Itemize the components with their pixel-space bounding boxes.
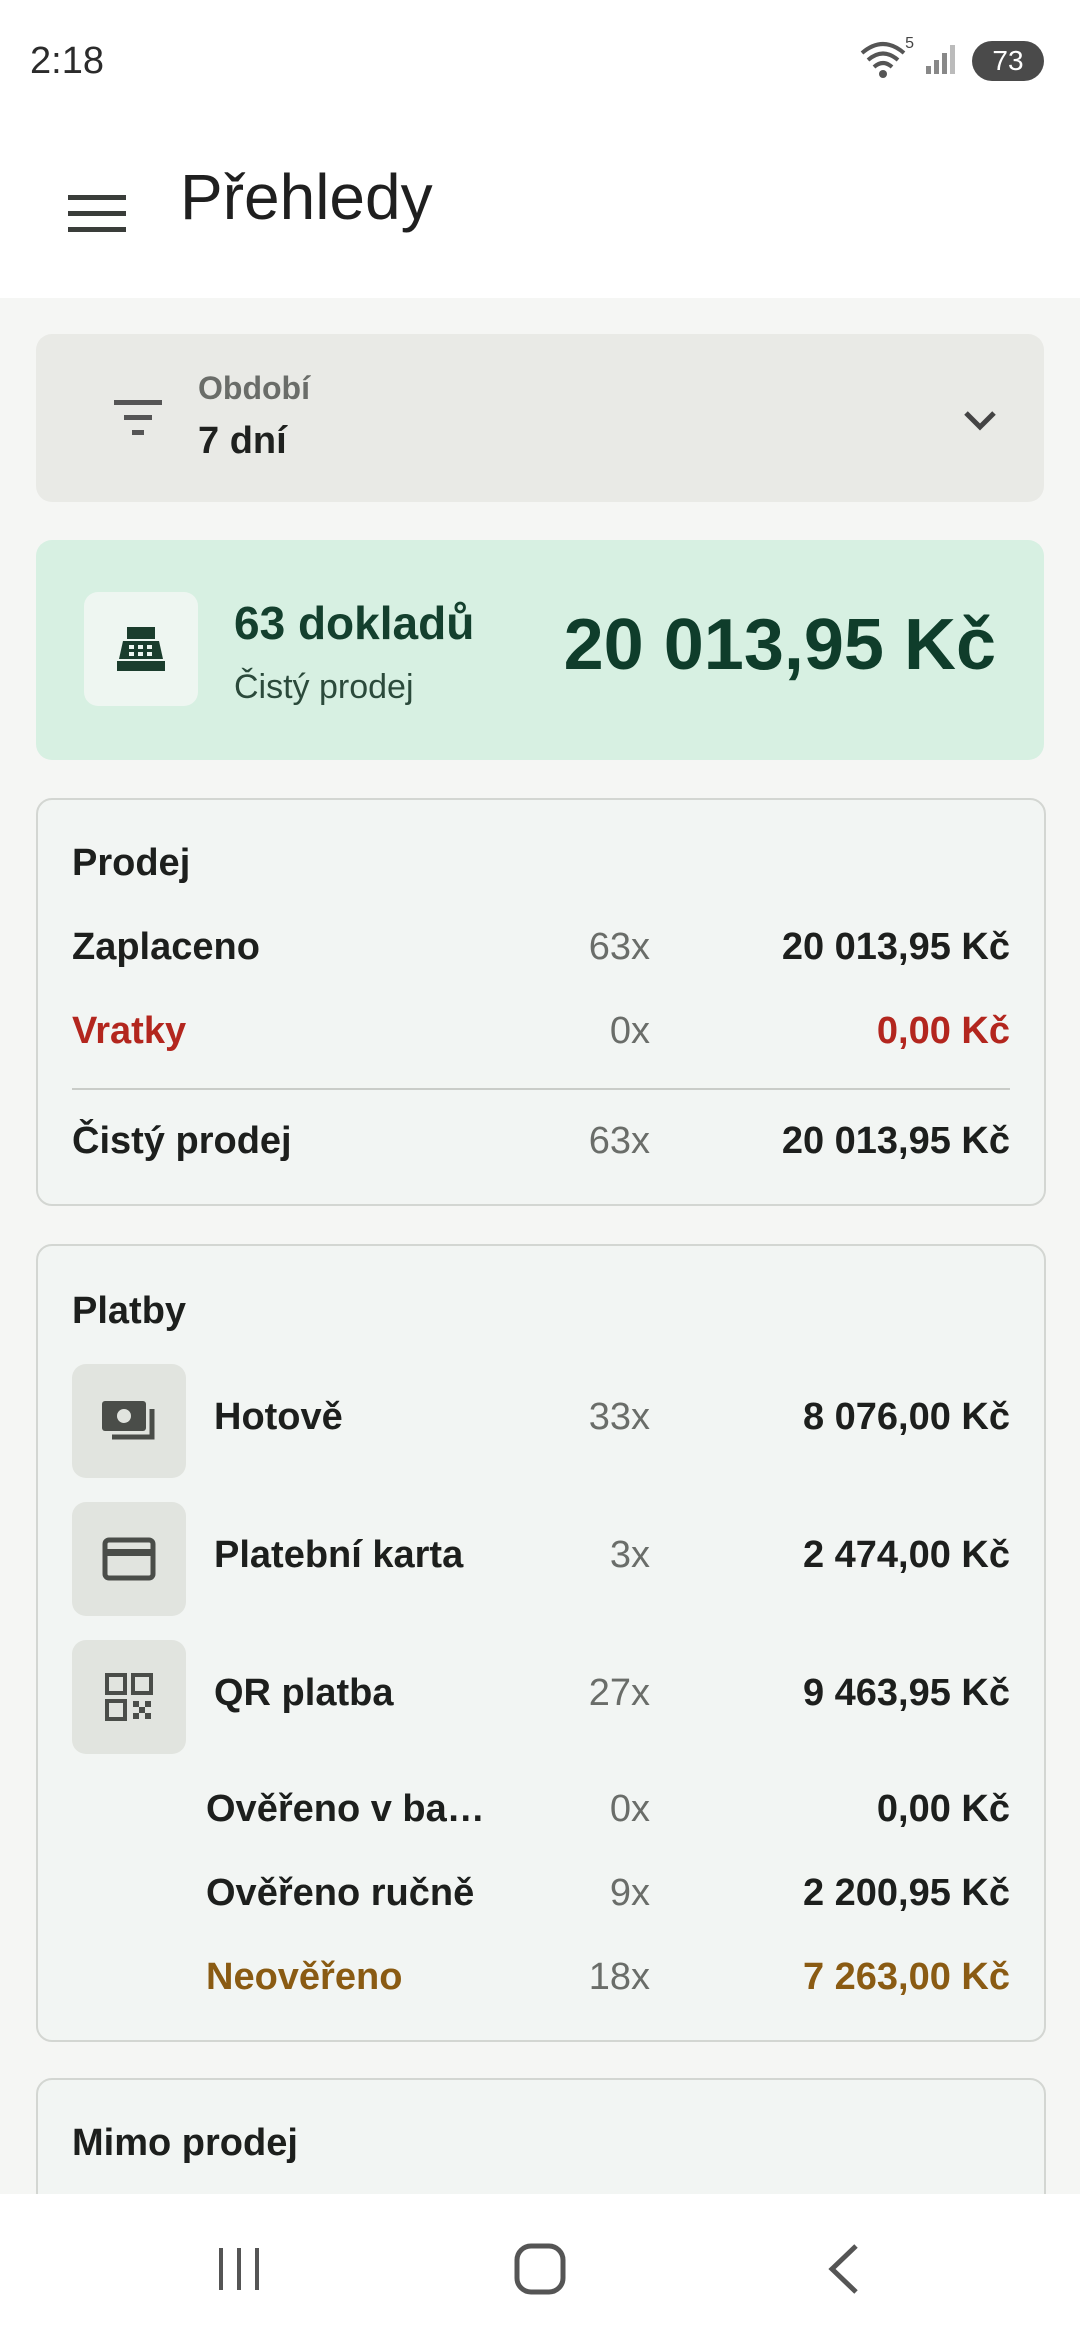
period-selector[interactable]: Období 7 dní: [36, 334, 1044, 502]
sub-row-qty: 9x: [609, 1872, 650, 1914]
row-qty: 0x: [609, 1010, 650, 1052]
battery-icon: 73: [972, 41, 1044, 81]
sub-row-name: Ověřeno v ba…: [206, 1788, 485, 1830]
back-button[interactable]: [784, 2224, 904, 2314]
qr-sub-row-unverified: Neověřeno 18x 7 263,00 Kč: [206, 1956, 1010, 2016]
row-amount: 20 013,95 Kč: [781, 926, 1010, 968]
credit-card-icon: [102, 1537, 156, 1581]
status-bar: 2:18 5 73: [0, 0, 1080, 120]
navigation-bar: [0, 2194, 1080, 2340]
qr-sub-row-bank: Ověřeno v ba… 0x 0,00 Kč: [206, 1788, 1010, 1848]
cash-tile: [72, 1364, 186, 1478]
period-value: 7 dní: [198, 420, 287, 462]
table-row: Vratky 0x 0,00 Kč: [72, 1010, 1010, 1070]
row-qty: 63x: [588, 926, 650, 968]
card-tile: [72, 1502, 186, 1616]
signal-icon: [924, 42, 958, 81]
menu-button[interactable]: [54, 170, 140, 256]
payment-name: QR platba: [214, 1672, 394, 1714]
cash-register-icon: [117, 627, 165, 671]
payment-name: Platební karta: [214, 1534, 464, 1576]
status-icons: 5 73: [860, 35, 1044, 84]
row-amount: 20 013,95 Kč: [781, 1120, 1010, 1162]
summary-card: 63 dokladů Čistý prodej 20 013,95 Kč: [36, 540, 1044, 760]
period-label: Období: [198, 370, 310, 406]
table-row: Čistý prodej 63x 20 013,95 Kč: [72, 1120, 1010, 1180]
cash-icon: [102, 1401, 155, 1440]
sub-row-name: Neověřeno: [206, 1956, 403, 1998]
recent-apps-button[interactable]: [180, 2224, 300, 2314]
filter-icon: [114, 400, 162, 435]
divider: [72, 1088, 1010, 1090]
content-area[interactable]: Období 7 dní 63 dokladů Čistý prodej 20 …: [0, 298, 1080, 2194]
payment-name: Hotově: [214, 1396, 343, 1438]
payment-qty: 3x: [609, 1534, 650, 1576]
sub-row-qty: 18x: [588, 1956, 650, 1998]
sub-row-qty: 0x: [609, 1788, 650, 1830]
chevron-down-icon: [964, 411, 996, 431]
hamburger-icon: [68, 195, 126, 232]
sales-title: Prodej: [72, 842, 191, 884]
sales-card: Prodej Zaplaceno 63x 20 013,95 Kč Vratky…: [36, 798, 1046, 1206]
payment-amount: 8 076,00 Kč: [802, 1396, 1010, 1438]
row-name: Vratky: [72, 1010, 187, 1052]
payment-amount: 2 474,00 Kč: [802, 1534, 1010, 1576]
other-title: Mimo prodej: [72, 2122, 298, 2164]
document-count: 63 dokladů: [234, 597, 475, 649]
cash-register-tile: [84, 592, 198, 706]
qr-sub-row-manual: Ověřeno ručně 9x 2 200,95 Kč: [206, 1872, 1010, 1932]
status-time: 2:18: [30, 40, 104, 82]
payment-qty: 33x: [588, 1396, 650, 1438]
payment-amount: 9 463,95 Kč: [802, 1672, 1010, 1714]
sub-row-amount: 0,00 Kč: [876, 1788, 1010, 1830]
qr-tile: [72, 1640, 186, 1754]
row-name: Čistý prodej: [72, 1120, 292, 1162]
payment-row-cash: Hotově 33x 8 076,00 Kč: [72, 1364, 1010, 1478]
payment-row-qr: QR platba 27x 9 463,95 Kč: [72, 1640, 1010, 1754]
recent-apps-icon: [219, 2248, 259, 2290]
payments-title: Platby: [72, 1290, 187, 1332]
table-row: Zaplaceno 63x 20 013,95 Kč: [72, 926, 1010, 986]
wifi-icon: 5: [860, 35, 914, 81]
sub-row-name: Ověřeno ručně: [206, 1872, 475, 1914]
row-amount: 0,00 Kč: [876, 1010, 1010, 1052]
sub-row-amount: 7 263,00 Kč: [802, 1956, 1010, 1998]
summary-subtitle: Čistý prodej: [234, 668, 414, 706]
payments-card: Platby Hotově 33x 8 076,00 Kč Platební k: [36, 1244, 1046, 2042]
payment-row-card: Platební karta 3x 2 474,00 Kč: [72, 1502, 1010, 1616]
page-title: Přehledy: [180, 161, 433, 233]
summary-total: 20 013,95 Kč: [563, 605, 996, 685]
home-button[interactable]: [480, 2224, 600, 2314]
payment-qty: 27x: [588, 1672, 650, 1714]
back-icon: [828, 2244, 858, 2294]
sub-row-amount: 2 200,95 Kč: [802, 1872, 1010, 1914]
app-bar: Přehledy: [0, 120, 1080, 298]
other-card: Mimo prodej: [36, 2078, 1046, 2194]
qr-code-icon: [105, 1673, 153, 1721]
wifi-badge: 5: [905, 35, 914, 52]
home-icon: [514, 2243, 566, 2295]
row-qty: 63x: [588, 1120, 650, 1162]
row-name: Zaplaceno: [72, 926, 260, 968]
